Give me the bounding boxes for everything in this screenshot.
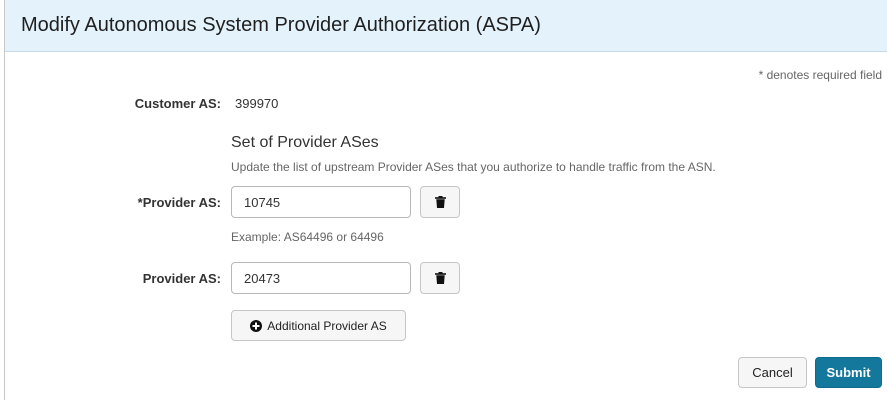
provider-as-help-text: Example: AS64496 or 64496 xyxy=(231,230,384,244)
add-provider-as-label: Additional Provider AS xyxy=(267,318,387,333)
plus-circle-icon xyxy=(250,319,263,332)
provider-as-input-1[interactable] xyxy=(231,186,411,218)
required-field-note: * denotes required field xyxy=(758,68,882,82)
trash-icon xyxy=(434,272,446,284)
delete-provider-button-1[interactable] xyxy=(420,186,460,218)
provider-as-input-2[interactable] xyxy=(231,262,411,294)
modal-header: Modify Autonomous System Provider Author… xyxy=(5,0,887,52)
add-provider-as-button[interactable]: Additional Provider AS xyxy=(231,310,406,341)
provider-section-title: Set of Provider ASes xyxy=(231,134,379,151)
customer-as-value: 399970 xyxy=(235,96,279,111)
provider-as-label-2: Provider AS: xyxy=(142,271,221,286)
provider-section-description: Update the list of upstream Provider ASe… xyxy=(231,160,716,174)
provider-as-label-1: *Provider AS: xyxy=(137,195,221,210)
cancel-button[interactable]: Cancel xyxy=(738,357,807,388)
submit-button[interactable]: Submit xyxy=(815,357,882,388)
trash-icon xyxy=(434,196,446,208)
delete-provider-button-2[interactable] xyxy=(420,262,460,294)
aspa-modal: Modify Autonomous System Provider Author… xyxy=(4,0,887,400)
customer-as-label: Customer AS: xyxy=(134,96,221,111)
modal-title: Modify Autonomous System Provider Author… xyxy=(21,14,541,36)
